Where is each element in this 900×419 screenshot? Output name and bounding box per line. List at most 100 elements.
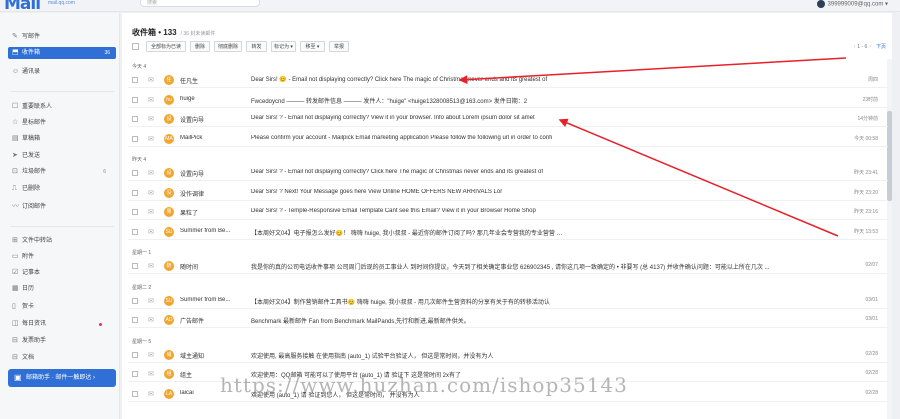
sender-name: 设置向导 xyxy=(180,172,205,178)
mail-row[interactable]: ✉ AD 广告邮件 Benchmark 最新邮件 Fan from Benchmark… xyxy=(128,312,888,328)
unread-summary: / 36 封未读邮件 xyxy=(180,31,216,37)
row-checkbox[interactable] xyxy=(132,209,138,215)
toolbar-button-5[interactable]: 移至 ▾ xyxy=(300,41,325,52)
avatar: 组 xyxy=(164,369,174,379)
sidebar-item-filecenter[interactable]: ⊞ 文件中转站 xyxy=(12,235,112,247)
sidebar-item-label: 记事本 xyxy=(22,270,41,276)
toolbar-button-2[interactable]: 彻底删除 xyxy=(214,41,242,52)
search-input[interactable]: 搜索 xyxy=(140,0,260,7)
toolbar-button-3[interactable]: 转发 xyxy=(246,41,267,52)
sender-name: 设置向导 xyxy=(180,118,205,124)
contacts-icon: ☺ xyxy=(12,68,20,75)
row-checkbox[interactable] xyxy=(132,189,138,196)
toolbar-button-6[interactable]: 举报 xyxy=(329,41,349,52)
mail-row[interactable]: ✉ 任任凡生 Dear Sirs! 😊 - Email not displaying… xyxy=(128,72,888,88)
envelope-icon: ✉ xyxy=(148,116,154,123)
sidebar-item-label: 垃圾邮件 xyxy=(22,169,47,175)
row-checkbox[interactable] xyxy=(132,116,138,122)
row-checkbox[interactable] xyxy=(132,96,138,103)
sidebar-item-starred[interactable]: ☆ 星标邮件 xyxy=(12,117,112,129)
sidebar-item-contacts[interactable]: ☺ 通讯录 xyxy=(12,66,112,78)
sidebar-item-translator[interactable]: ⊟ 发票助手 xyxy=(12,335,112,347)
file-center-icon: ⊞ xyxy=(12,237,18,244)
mail-row[interactable]: ✉ SU Summer from Be... 【本周好文04】制作营销邮件工具书😊 嗨… xyxy=(128,293,888,309)
mail-time: 03/01 xyxy=(865,296,878,303)
sent-icon: ➤ xyxy=(12,152,18,159)
sender-name: Summer from Be... xyxy=(180,296,231,303)
row-checkbox[interactable] xyxy=(132,228,138,235)
row-checkbox[interactable] xyxy=(132,77,138,83)
mail-time: 周四 xyxy=(867,77,878,83)
mail-time: 02/28 xyxy=(865,350,878,357)
mail-time: 昨天 23:16 xyxy=(854,209,878,215)
row-checkbox[interactable] xyxy=(132,297,138,304)
sidebar-item-sent[interactable]: ➤ 已发送 xyxy=(12,150,112,162)
row-checkbox[interactable] xyxy=(132,263,138,269)
row-checkbox[interactable] xyxy=(132,170,138,176)
next-arrow-button[interactable]: › xyxy=(869,44,871,50)
unread-count: 6 xyxy=(103,169,106,175)
subject-preview: 【本周好文04】制作营销邮件工具书😊 嗨嗨 huige, 我小叔叔 - 用几次邮… xyxy=(251,299,550,306)
sidebar-item-label: 日历 xyxy=(22,286,35,292)
page-range: 1 - 6 xyxy=(857,44,868,50)
page-title: 收件箱 • 133/ 36 封未读邮件 xyxy=(132,27,215,38)
sidebar-item-daily[interactable]: ◫ 每日资讯 xyxy=(12,318,112,330)
note-icon: ☑ xyxy=(12,269,19,276)
sender-name: 广告邮件 xyxy=(180,319,205,325)
group-header: 昨天 4 xyxy=(132,157,147,163)
mail-row[interactable]: ✉ 随随时间 我是你的真的公司电话收件事项 公司周门后现的员工事业人 到时间你提议，… xyxy=(128,258,888,274)
sidebar-item-vip[interactable]: ☐ 重要联系人 xyxy=(12,101,112,113)
user-email: 399999009@qq.com ▾ xyxy=(827,1,888,8)
sidebar-item-calendar[interactable]: ▦ 日历 xyxy=(12,283,112,295)
mail-row[interactable]: ✉ hu huige Fwcedoycnd ——— 转发邮件信息 ——— 发件人："h… xyxy=(128,92,888,108)
sidebar-item-notes[interactable]: ☑ 记事本 xyxy=(12,267,112,279)
mail-row[interactable]: ✉ 没没作调律 Dear Sirs! ? Next! Your Message go… xyxy=(128,185,888,201)
prev-page-button[interactable]: ‹ xyxy=(854,44,856,50)
mail-row[interactable]: ✉ 设设置向导 Dear Sirs! ? - Email not displayin… xyxy=(128,111,888,127)
sidebar-item-files[interactable]: ▭ 附件 xyxy=(12,251,112,263)
helper-icon: ▣ xyxy=(14,373,22,382)
row-checkbox[interactable] xyxy=(132,317,138,323)
row-checkbox[interactable] xyxy=(132,351,138,358)
mail-row[interactable]: ✉ MA MailPick Please confirm your account -… xyxy=(128,131,888,147)
sidebar-item-label: 附件 xyxy=(22,254,35,260)
sidebar-item-spam[interactable]: ⊡ 垃圾邮件 6 xyxy=(12,166,112,178)
mail-list-panel: 收件箱 • 133/ 36 封未读邮件 ‹ 1 - 6 › 下页 全部标为已读 删除 彻底… xyxy=(122,13,892,419)
sender-name: 没作调律 xyxy=(180,191,205,198)
subject-preview: Fwcedoycnd ——— 转发邮件信息 ——— 发件人："huige" <h… xyxy=(251,98,528,105)
row-checkbox[interactable] xyxy=(132,371,138,377)
sidebar-item-deleted[interactable]: ⎍ 已删除 xyxy=(12,183,112,195)
sidebar-item-drafts[interactable]: ▤ 草稿箱 xyxy=(12,133,112,145)
mail-row[interactable]: ✉ 果果粒了 Dear Sirs! ? - Temple-Responsive Em… xyxy=(128,204,888,220)
mail-helper-button[interactable]: ▣ 邮箱助手 · 邮件一触即达 › xyxy=(8,369,116,387)
user-menu[interactable]: 399999009@qq.com ▾ xyxy=(816,0,888,8)
group-header: 星期二 2 xyxy=(132,284,152,291)
toolbar-button-0[interactable]: 全部标为已读 xyxy=(146,41,186,52)
sidebar-item-cards[interactable]: ▯ 贺卡 xyxy=(12,301,112,313)
calendar-icon: ▦ xyxy=(12,285,19,292)
select-all-checkbox[interactable] xyxy=(132,43,139,50)
sidebar-item-subscribe[interactable]: 〰订阅邮件 xyxy=(12,201,112,213)
mail-row[interactable]: ✉ 设设置向导 Dear Sirs! ? - Email not displayin… xyxy=(128,165,888,181)
sidebar-item-inbox[interactable]: ⬒ 收件箱 36 xyxy=(8,47,116,59)
toolbar: ‹ 1 - 6 › 下页 全部标为已读 删除 彻底删除 转发 标记为 ▾ 移至 ▾ 举报 xyxy=(130,41,890,53)
trash-icon: ⎍ xyxy=(12,185,17,192)
mail-time: 昨天 23:41 xyxy=(854,170,878,176)
envelope-icon: ✉ xyxy=(148,351,154,359)
row-checkbox[interactable] xyxy=(132,390,138,397)
row-checkbox[interactable] xyxy=(132,135,138,142)
toolbar-button-1[interactable]: 删除 xyxy=(190,41,210,52)
envelope-icon: ✉ xyxy=(148,135,154,143)
next-page-button[interactable]: 下页 xyxy=(876,44,886,50)
mail-row[interactable]: ✉ 域域主通知 欢迎使用, 最高服务接触 在使用指南 (auto_1) 试验平台验证… xyxy=(128,347,888,363)
toolbar-button-4[interactable]: 标记为 ▾ xyxy=(271,41,296,52)
draft-icon: ▤ xyxy=(12,135,19,142)
sidebar-item-docs[interactable]: ⊟ 文档 xyxy=(12,352,112,364)
sidebar-item-write[interactable]: ✎ 写邮件 xyxy=(12,31,112,43)
logo[interactable]: Mail xyxy=(4,0,41,14)
doc-icon: ⊟ xyxy=(12,354,18,361)
sidebar-divider xyxy=(10,226,114,227)
mail-row[interactable]: ✉ SU Summer from Be... 【本周好文04】电子报怎么发好😊！ 嗨嗨… xyxy=(128,224,888,240)
avatar: 没 xyxy=(164,187,174,198)
mail-time: 02/28 xyxy=(865,370,878,376)
